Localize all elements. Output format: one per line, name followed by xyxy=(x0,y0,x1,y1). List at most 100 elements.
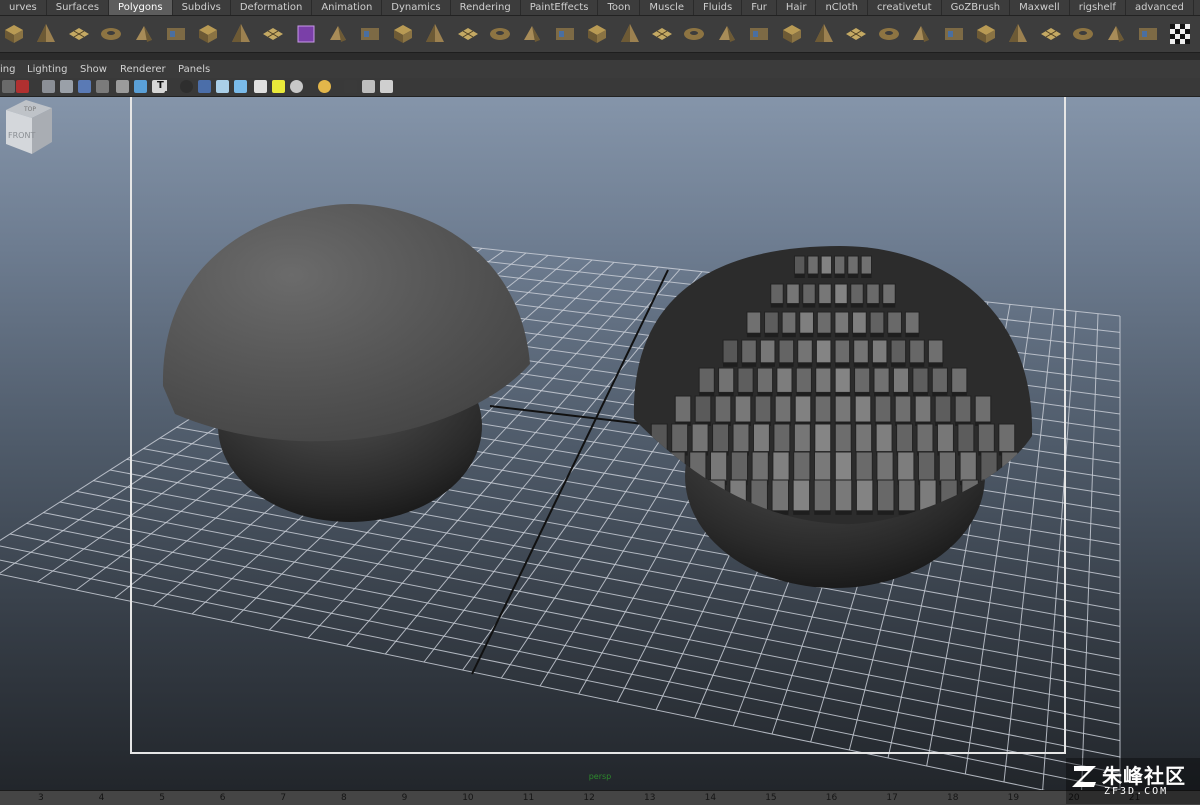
shelf-tab-muscle[interactable]: Muscle xyxy=(640,0,695,15)
xray-joints-icon[interactable] xyxy=(254,80,267,93)
resolution-gate-icon[interactable] xyxy=(78,80,91,93)
camera-attributes-icon[interactable] xyxy=(2,80,15,93)
quadrangulate-icon[interactable] xyxy=(585,22,609,46)
duplicate-face-icon[interactable] xyxy=(974,22,998,46)
panel-menu-renderer[interactable]: Renderer xyxy=(120,64,166,75)
poly-pipe-icon[interactable] xyxy=(164,22,188,46)
timeline-tick-label: 6 xyxy=(219,793,226,803)
offset-loop-icon[interactable] xyxy=(780,22,804,46)
collapse-icon[interactable] xyxy=(877,22,901,46)
poly-cube-icon[interactable] xyxy=(2,22,26,46)
shelf-tab-animation[interactable]: Animation xyxy=(312,0,383,15)
poly-cone-icon[interactable] xyxy=(34,22,58,46)
shelf-tab-surfaces[interactable]: Surfaces xyxy=(47,0,110,15)
safe-action-icon[interactable] xyxy=(96,80,109,93)
panel-menu-show[interactable]: Show xyxy=(80,64,107,75)
automatic-map-icon[interactable] xyxy=(1104,22,1128,46)
poly-helix-icon[interactable] xyxy=(196,22,220,46)
timeline-tick-label: 12 xyxy=(583,793,595,803)
camera-name-label: persp xyxy=(588,772,612,781)
triangulate-icon[interactable] xyxy=(553,22,577,46)
smooth-icon[interactable] xyxy=(358,22,382,46)
shelf-tab-maxwell[interactable]: Maxwell xyxy=(1010,0,1070,15)
timeline-tick-label: 17 xyxy=(886,793,898,803)
use-default-lights-icon[interactable] xyxy=(180,80,193,93)
shelf-tab-gozbrush[interactable]: GoZBrush xyxy=(942,0,1011,15)
shelf-tab-painteffects[interactable]: PaintEffects xyxy=(521,0,599,15)
poly-torus-icon[interactable] xyxy=(99,22,123,46)
poke-icon[interactable] xyxy=(909,22,933,46)
shelf-tab-dynamics[interactable]: Dynamics xyxy=(382,0,451,15)
shelf-tab-advanced[interactable]: advanced xyxy=(1126,0,1194,15)
reduce-icon[interactable] xyxy=(520,22,544,46)
separate-icon[interactable] xyxy=(294,22,318,46)
perspective-viewport[interactable]: TOP FRONT xyxy=(0,96,1200,790)
insert-loop-icon[interactable] xyxy=(747,22,771,46)
panel-menu-bar: ing Lighting Show Renderer Panels xyxy=(0,60,1200,78)
right-extruded-dome[interactable] xyxy=(603,246,1062,525)
select-highlight-icon[interactable] xyxy=(318,80,331,93)
fill-hole-icon[interactable] xyxy=(488,22,512,46)
shadows-icon[interactable] xyxy=(198,80,211,93)
shelf-tab-fluids[interactable]: Fluids xyxy=(694,0,743,15)
shelf-tab-subdivs[interactable]: Subdivs xyxy=(173,0,231,15)
hardware-texturing-icon[interactable] xyxy=(362,80,375,93)
default-material-icon[interactable] xyxy=(290,80,303,93)
panel-menu-panels[interactable]: Panels xyxy=(178,64,210,75)
wedge-icon[interactable] xyxy=(942,22,966,46)
shelf-tab-polygons[interactable]: Polygons xyxy=(109,0,173,15)
timeline-tick-label: 7 xyxy=(280,793,287,803)
xray-icon[interactable] xyxy=(234,80,247,93)
cylindrical-map-icon[interactable] xyxy=(1039,22,1063,46)
texture-toggle-icon[interactable] xyxy=(272,80,285,93)
view-cube[interactable]: TOP FRONT xyxy=(0,96,56,156)
planar-map-icon[interactable] xyxy=(1006,22,1030,46)
spherical-map-icon[interactable] xyxy=(1071,22,1095,46)
time-slider[interactable]: 3 4 5 6 7 8 9 10 11 12 13 14 15 16 17 18 19 20 21 xyxy=(0,790,1200,805)
grid-icon[interactable] xyxy=(42,80,55,93)
shelf-tab-rigshelf[interactable]: rigshelf xyxy=(1070,0,1126,15)
append-icon[interactable] xyxy=(682,22,706,46)
wireframe-icon[interactable] xyxy=(116,80,129,93)
timeline-tick-label: 18 xyxy=(947,793,959,803)
extrude-icon[interactable] xyxy=(618,22,642,46)
hud-text-icon[interactable]: T xyxy=(154,80,167,91)
checker-icon[interactable] xyxy=(1168,22,1192,46)
shelf-tab-deformation[interactable]: Deformation xyxy=(231,0,313,15)
shelf-tab-hair[interactable]: Hair xyxy=(777,0,817,15)
poly-soccer-icon[interactable] xyxy=(229,22,253,46)
combine-icon[interactable] xyxy=(261,22,285,46)
shelf-tab-ncloth[interactable]: nCloth xyxy=(816,0,868,15)
bevel-icon[interactable] xyxy=(812,22,836,46)
merge-icon[interactable] xyxy=(844,22,868,46)
timeline-tick-label: 15 xyxy=(765,793,777,803)
film-gate-icon[interactable] xyxy=(60,80,73,93)
poly-plane-icon[interactable] xyxy=(67,22,91,46)
shelf-tab-urves[interactable]: urves xyxy=(0,0,47,15)
shelf-icon-row xyxy=(0,16,1200,53)
poly-pyramid-icon[interactable] xyxy=(132,22,156,46)
shelf-tab-fur[interactable]: Fur xyxy=(742,0,777,15)
isolate-select-icon[interactable] xyxy=(216,80,229,93)
watermark: 朱峰社区 ZF3D.COM xyxy=(1066,758,1200,804)
shelf-tab-rendering[interactable]: Rendering xyxy=(451,0,521,15)
timeline-tick-label: 4 xyxy=(98,793,105,803)
booleans-icon[interactable] xyxy=(391,22,415,46)
extract-icon[interactable] xyxy=(326,22,350,46)
shelf-tab-creativetut[interactable]: creativetut xyxy=(868,0,942,15)
uv-editor-icon[interactable] xyxy=(1136,22,1160,46)
ambient-occlusion-icon[interactable] xyxy=(380,80,393,93)
resolution-icon[interactable] xyxy=(344,80,357,93)
split-icon[interactable] xyxy=(715,22,739,46)
smooth-shade-icon[interactable] xyxy=(134,80,147,93)
bridge-icon[interactable] xyxy=(650,22,674,46)
panel-toolbar: T xyxy=(0,78,1200,97)
mirror-icon[interactable] xyxy=(423,22,447,46)
image-plane-icon[interactable] xyxy=(16,80,29,93)
shelf-tab-toon[interactable]: Toon xyxy=(598,0,641,15)
scene-canvas xyxy=(0,96,1121,790)
panel-menu-lighting[interactable]: Lighting xyxy=(27,64,67,75)
panel-menu-shading[interactable]: ing xyxy=(0,64,15,75)
average-icon[interactable] xyxy=(456,22,480,46)
zf-logo-icon xyxy=(1072,766,1096,787)
